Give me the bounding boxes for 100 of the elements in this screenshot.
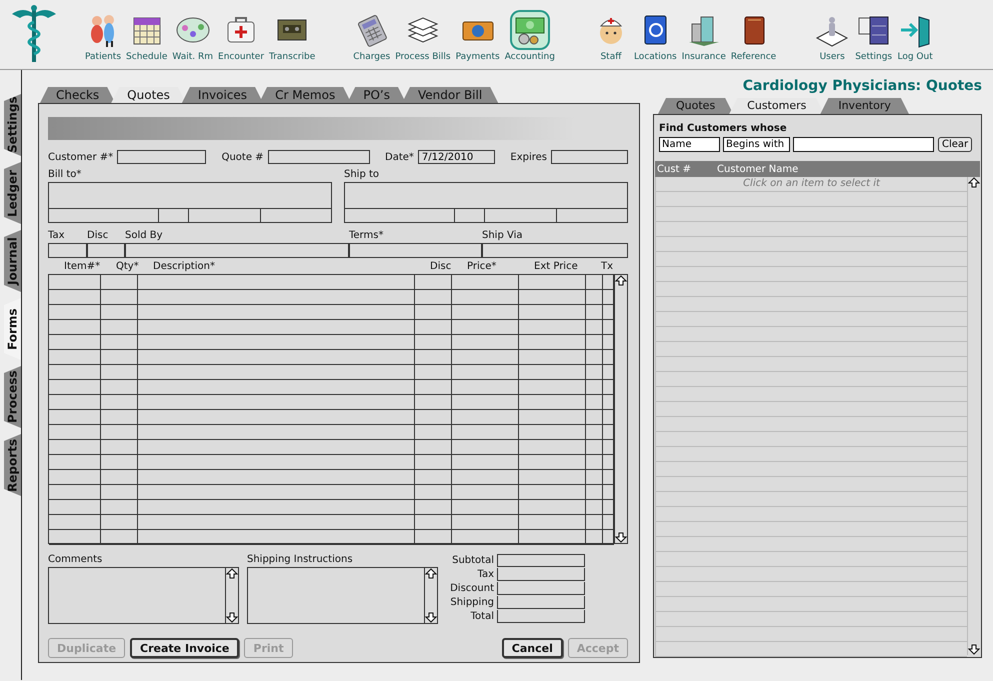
grid-cell[interactable] [138, 470, 415, 485]
grid-cell[interactable] [138, 365, 415, 380]
grid-cell[interactable] [49, 275, 101, 290]
grid-cell[interactable] [101, 275, 138, 290]
grid-cell[interactable] [586, 380, 603, 395]
grid-cell[interactable] [101, 290, 138, 305]
grid-cell[interactable] [138, 530, 415, 545]
toolbar-button[interactable]: Insurance [680, 0, 728, 62]
input-field[interactable] [349, 243, 482, 258]
grid-cell[interactable] [101, 530, 138, 545]
grid-cell[interactable] [49, 425, 101, 440]
grid-cell[interactable] [415, 395, 452, 410]
grid-cell[interactable] [49, 335, 101, 350]
grid-cell[interactable] [415, 320, 452, 335]
toolbar-button[interactable]: Wait. Rm [170, 0, 216, 62]
form-tab[interactable]: Invoices [182, 87, 264, 103]
grid-cell[interactable] [586, 350, 603, 365]
input-field[interactable] [48, 243, 87, 258]
grid-cell[interactable] [101, 425, 138, 440]
side-tab[interactable]: Ledger [4, 162, 21, 224]
grid-cell[interactable] [49, 350, 101, 365]
grid-cell[interactable] [101, 455, 138, 470]
grid-cell[interactable] [452, 335, 519, 350]
grid-cell[interactable] [101, 320, 138, 335]
grid-cell[interactable] [138, 440, 415, 455]
grid-cell[interactable] [138, 515, 415, 530]
grid-cell[interactable] [101, 410, 138, 425]
down-arrow-icon[interactable] [425, 612, 437, 623]
grid-cell[interactable] [586, 395, 603, 410]
input-field[interactable] [557, 209, 628, 223]
grid-cell[interactable] [519, 335, 586, 350]
down-arrow-icon[interactable] [968, 644, 980, 655]
side-tab[interactable]: Reports [4, 434, 21, 496]
grid-cell[interactable] [49, 440, 101, 455]
scrollbar[interactable] [424, 568, 437, 623]
grid-cell[interactable] [586, 290, 603, 305]
grid-cell[interactable] [519, 440, 586, 455]
grid-cell[interactable] [415, 290, 452, 305]
grid-cell[interactable] [138, 410, 415, 425]
input-field[interactable] [344, 209, 455, 223]
grid-cell[interactable] [101, 350, 138, 365]
grid-cell[interactable] [452, 320, 519, 335]
up-arrow-icon[interactable] [615, 275, 627, 286]
grid-cell[interactable] [452, 410, 519, 425]
panel-tab[interactable]: Inventory [820, 98, 909, 114]
up-arrow-icon[interactable] [968, 177, 980, 188]
input-field[interactable] [551, 150, 628, 164]
side-tab[interactable]: Journal [4, 230, 21, 292]
grid-cell[interactable] [101, 515, 138, 530]
grid-cell[interactable] [415, 305, 452, 320]
grid-cell[interactable] [519, 455, 586, 470]
grid-cell[interactable] [519, 275, 586, 290]
grid-cell[interactable] [452, 380, 519, 395]
grid-cell[interactable] [49, 500, 101, 515]
grid-cell[interactable] [101, 500, 138, 515]
grid-cell[interactable] [49, 410, 101, 425]
grid-cell[interactable] [138, 350, 415, 365]
grid-cell[interactable] [586, 500, 603, 515]
grid-cell[interactable] [415, 425, 452, 440]
grid-cell[interactable] [101, 335, 138, 350]
grid-cell[interactable] [519, 320, 586, 335]
grid-cell[interactable] [101, 485, 138, 500]
grid-cell[interactable] [138, 320, 415, 335]
grid-cell[interactable] [49, 470, 101, 485]
grid-cell[interactable] [415, 380, 452, 395]
form-tab[interactable]: Checks [40, 87, 116, 103]
grid-cell[interactable] [586, 305, 603, 320]
input-field[interactable] [482, 243, 628, 258]
toolbar-button[interactable]: Reference [728, 0, 778, 62]
grid-cell[interactable] [49, 305, 101, 320]
input-field[interactable] [497, 568, 585, 581]
input-field[interactable] [497, 554, 585, 567]
grid-cell[interactable] [49, 515, 101, 530]
grid-cell[interactable] [586, 410, 603, 425]
form-tab[interactable]: Quotes [111, 87, 186, 103]
operator-dropdown[interactable]: Begins with [723, 137, 790, 152]
grid-cell[interactable] [519, 380, 586, 395]
grid-cell[interactable] [49, 485, 101, 500]
input-field[interactable] [497, 582, 585, 595]
grid-cell[interactable] [452, 500, 519, 515]
scrollbar[interactable] [967, 177, 980, 655]
field-dropdown[interactable]: Name [659, 137, 720, 152]
toolbar-button[interactable]: Process Bills [393, 0, 453, 62]
line-items-grid[interactable] [48, 274, 628, 544]
input-field[interactable] [117, 150, 206, 164]
grid-cell[interactable] [519, 530, 586, 545]
grid-cell[interactable] [415, 440, 452, 455]
down-arrow-icon[interactable] [615, 532, 627, 543]
grid-cell[interactable] [519, 305, 586, 320]
grid-cell[interactable] [586, 275, 603, 290]
grid-cell[interactable] [138, 380, 415, 395]
grid-cell[interactable] [586, 440, 603, 455]
grid-cell[interactable] [519, 485, 586, 500]
side-tab[interactable]: Settings [4, 94, 21, 156]
toolbar-button[interactable]: Charges [351, 0, 392, 62]
grid-cell[interactable] [138, 455, 415, 470]
text-area[interactable] [247, 567, 438, 624]
toolbar-button[interactable]: Payments [454, 0, 502, 62]
panel-tab[interactable]: Customers [729, 98, 824, 114]
grid-cell[interactable] [452, 440, 519, 455]
